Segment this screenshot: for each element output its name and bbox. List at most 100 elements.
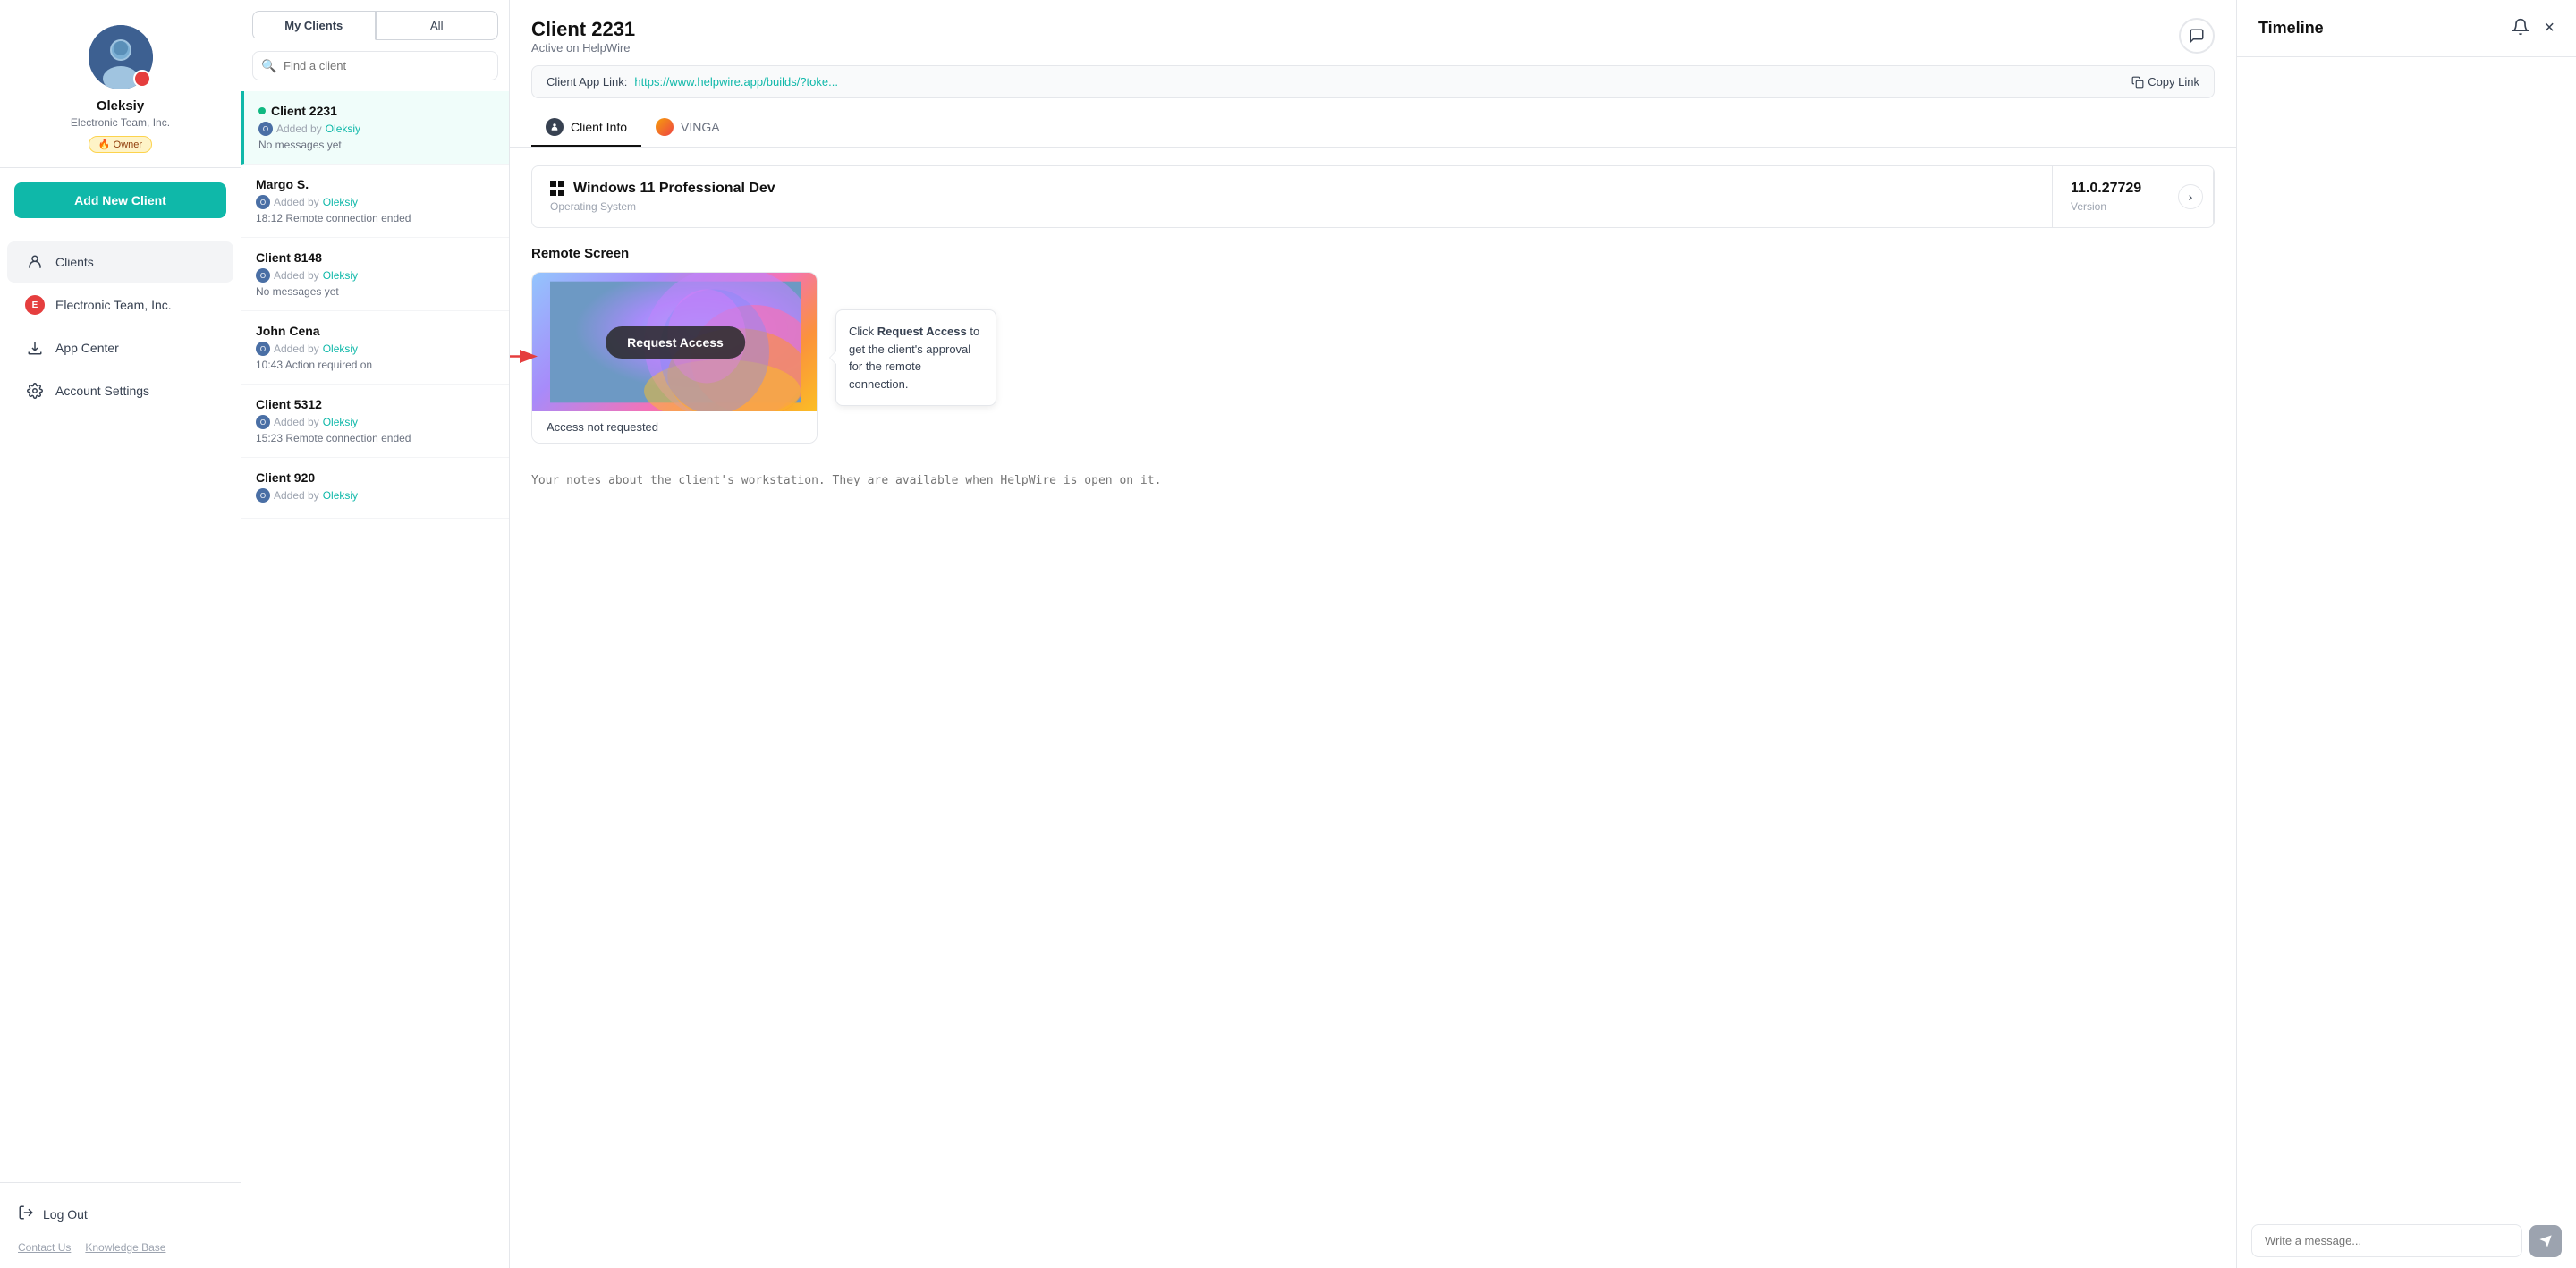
contact-us-link[interactable]: Contact Us <box>18 1241 71 1254</box>
remote-screen-card: Request Access Access not requested <box>531 272 818 444</box>
client-added-by: O Added by Oleksiy <box>256 415 495 429</box>
client-name: Client 2231 <box>271 104 337 118</box>
tab-client-info-label: Client Info <box>571 120 627 134</box>
client-name: John Cena <box>256 324 320 338</box>
timeline-footer <box>2237 1213 2576 1268</box>
copy-link-button[interactable]: Copy Link <box>2131 75 2199 89</box>
access-status: Access not requested <box>532 411 817 443</box>
client-items: Client 2231 O Added by Oleksiy No messag… <box>242 91 509 1268</box>
client-item-john-cena[interactable]: John Cena O Added by Oleksiy 10:43 Actio… <box>242 311 509 385</box>
client-header-top: Client 2231 Active on HelpWire <box>531 18 2215 55</box>
client-added-by: O Added by Oleksiy <box>256 268 495 283</box>
added-by-avatar: O <box>256 342 270 356</box>
notification-bell-button[interactable] <box>2512 18 2529 38</box>
sidebar: Oleksiy Electronic Team, Inc. 🔥 Owner Ad… <box>0 0 242 1268</box>
send-button[interactable] <box>2529 1225 2562 1257</box>
sidebar-item-clients[interactable]: Clients <box>7 241 233 283</box>
tab-vinga-label: VINGA <box>681 120 720 134</box>
profile-name: Oleksiy <box>97 98 144 114</box>
client-added-by: O Added by Oleksiy <box>256 195 495 209</box>
added-by-avatar: O <box>256 195 270 209</box>
client-title: Client 2231 <box>531 18 635 41</box>
os-name: Windows 11 Professional Dev <box>550 181 2034 197</box>
tooltip-bold-text: Request Access <box>877 325 967 338</box>
os-name-section: Windows 11 Professional Dev Operating Sy… <box>532 166 2053 227</box>
sidebar-item-app-center[interactable]: App Center <box>7 327 233 368</box>
tab-vinga[interactable]: VINGA <box>641 109 734 147</box>
timeline-actions: × <box>2512 18 2555 38</box>
sidebar-item-account-settings[interactable]: Account Settings <box>7 370 233 411</box>
send-icon <box>2538 1234 2553 1248</box>
app-link-label: Client App Link: <box>547 75 627 89</box>
add-client-button[interactable]: Add New Client <box>14 182 226 218</box>
client-name: Margo S. <box>256 177 309 191</box>
main-body: Windows 11 Professional Dev Operating Sy… <box>510 148 2236 1268</box>
owner-badge: 🔥 Owner <box>89 136 152 153</box>
client-name: Client 8148 <box>256 250 322 265</box>
os-version: 11.0.27729 <box>2071 181 2195 197</box>
bell-icon <box>2512 18 2529 36</box>
download-icon <box>25 338 45 358</box>
profile-section: Oleksiy Electronic Team, Inc. 🔥 Owner <box>0 0 241 168</box>
timeline-body <box>2237 57 2576 1213</box>
tab-all[interactable]: All <box>376 11 499 40</box>
avatar-badge <box>133 70 151 88</box>
remote-screen-wrapper: Request Access Access not requested Clic… <box>531 272 818 444</box>
sidebar-item-account-settings-label: Account Settings <box>55 384 149 398</box>
client-message: 10:43 Action required on <box>256 359 495 371</box>
request-access-tooltip: Click Request Access to get the client's… <box>835 309 996 406</box>
search-icon: 🔍 <box>261 58 276 73</box>
avatar-wrap <box>89 25 153 89</box>
sidebar-nav: Clients E Electronic Team, Inc. App Cent… <box>0 232 241 1182</box>
client-item-920[interactable]: Client 920 O Added by Oleksiy <box>242 458 509 519</box>
client-list-panel: My Clients All 🔍 Client 2231 O Added by … <box>242 0 510 1268</box>
tab-client-info[interactable]: Client Info <box>531 109 641 147</box>
main-content: Client 2231 Active on HelpWire Client Ap… <box>510 0 2236 1268</box>
client-info-icon <box>546 118 564 136</box>
client-name: Client 920 <box>256 470 315 485</box>
client-header: Client 2231 Active on HelpWire Client Ap… <box>510 0 2236 148</box>
client-name: Client 5312 <box>256 397 322 411</box>
online-indicator <box>258 107 266 114</box>
et-icon: E <box>25 295 45 315</box>
chat-button[interactable] <box>2179 18 2215 54</box>
added-by-avatar: O <box>258 122 273 136</box>
app-link-url: https://www.helpwire.app/builds/?toke... <box>634 75 2124 89</box>
client-item-8148[interactable]: Client 8148 O Added by Oleksiy No messag… <box>242 238 509 311</box>
client-message: 18:12 Remote connection ended <box>256 212 495 224</box>
gear-icon <box>25 381 45 401</box>
app-link-bar: Client App Link: https://www.helpwire.ap… <box>531 65 2215 98</box>
timeline-panel: Timeline × <box>2236 0 2576 1268</box>
client-item-2231[interactable]: Client 2231 O Added by Oleksiy No messag… <box>242 91 509 165</box>
search-wrap: 🔍 <box>242 40 509 91</box>
added-by-avatar: O <box>256 268 270 283</box>
sidebar-item-clients-label: Clients <box>55 255 94 269</box>
logout-button[interactable]: Log Out <box>18 1197 223 1230</box>
logout-label: Log Out <box>43 1207 88 1222</box>
os-info-card: Windows 11 Professional Dev Operating Sy… <box>531 165 2215 228</box>
tooltip-text-before: Click <box>849 325 877 338</box>
client-status: Active on HelpWire <box>531 41 635 55</box>
client-message: No messages yet <box>256 285 495 298</box>
copy-icon <box>2131 76 2144 89</box>
sidebar-footer: Log Out Contact Us Knowledge Base <box>0 1182 241 1268</box>
sidebar-item-electronic-team[interactable]: E Electronic Team, Inc. <box>7 284 233 325</box>
notes-area[interactable] <box>531 461 2215 533</box>
request-access-button[interactable]: Request Access <box>606 326 745 359</box>
search-input[interactable] <box>252 51 498 80</box>
knowledge-base-link[interactable]: Knowledge Base <box>85 1241 165 1254</box>
tab-my-clients[interactable]: My Clients <box>252 11 376 40</box>
message-input[interactable] <box>2251 1224 2522 1257</box>
client-added-by: O Added by Oleksiy <box>256 342 495 356</box>
close-button[interactable]: × <box>2544 18 2555 38</box>
os-version-label: Version <box>2071 200 2195 213</box>
arrow-indicator <box>510 346 540 370</box>
sidebar-item-app-center-label: App Center <box>55 341 119 355</box>
copy-link-label: Copy Link <box>2148 75 2199 89</box>
close-icon: × <box>2544 18 2555 38</box>
chevron-right-button[interactable]: › <box>2178 184 2203 209</box>
client-item-margo[interactable]: Margo S. O Added by Oleksiy 18:12 Remote… <box>242 165 509 238</box>
profile-company: Electronic Team, Inc. <box>71 116 170 129</box>
client-list-tabs: My Clients All <box>242 0 509 40</box>
client-item-5312[interactable]: Client 5312 O Added by Oleksiy 15:23 Rem… <box>242 385 509 458</box>
